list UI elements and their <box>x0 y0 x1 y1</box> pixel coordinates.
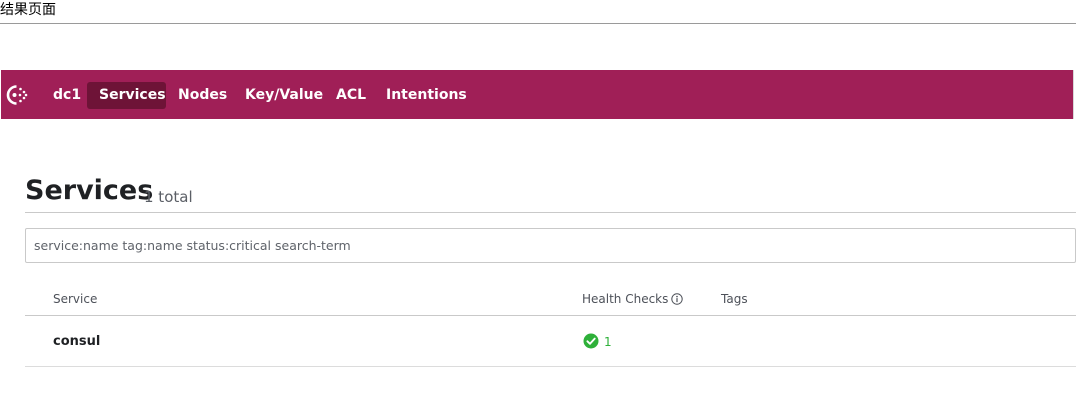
datacenter-selector[interactable]: dc1 <box>53 82 81 109</box>
caption-text: 结果页面 <box>0 2 56 18</box>
column-header-health-checks-label: Health Checks <box>582 292 669 306</box>
column-header-tags[interactable]: Tags <box>721 291 748 307</box>
consul-logo-icon[interactable] <box>2 82 32 108</box>
page-header: Services 1 total <box>25 174 1076 213</box>
nav-item-services[interactable]: Services <box>87 82 166 109</box>
column-header-health-checks: Health Checks <box>582 291 684 309</box>
nav-item-intentions[interactable]: Intentions <box>386 82 467 109</box>
nav-item-nodes[interactable]: Nodes <box>178 82 227 109</box>
table-header: Service Health Checks Tags <box>25 280 1076 316</box>
nav-item-key-value[interactable]: Key/Value <box>245 82 323 109</box>
info-icon[interactable] <box>671 293 684 309</box>
passing-checks-count: 1 <box>604 335 612 349</box>
column-header-service[interactable]: Service <box>53 291 97 307</box>
check-circle-icon <box>583 333 599 349</box>
top-navbar: dc1 Services Nodes Key/Value ACL Intenti… <box>1 70 1074 119</box>
service-count: 1 total <box>144 188 193 206</box>
service-name-link[interactable]: consul <box>53 333 100 351</box>
search-input[interactable] <box>25 228 1076 263</box>
page-title: Services <box>25 175 154 206</box>
image-caption: 结果页面 <box>0 0 1076 24</box>
nav-item-acl[interactable]: ACL <box>336 82 366 109</box>
table-row[interactable]: consul 1 <box>25 316 1076 367</box>
